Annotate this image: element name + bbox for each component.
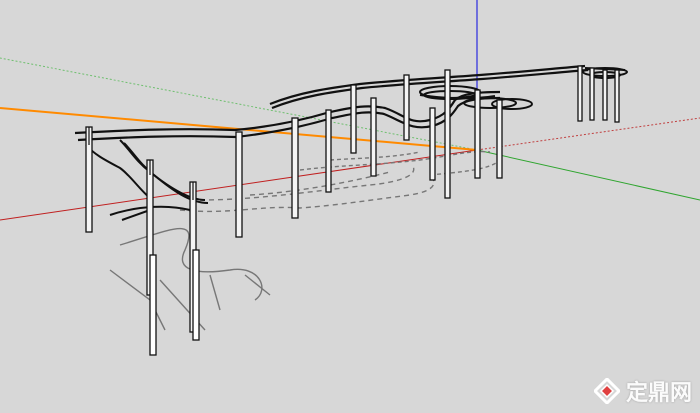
ground-shadows <box>109 150 501 331</box>
sketchup-viewport[interactable]: 定鼎网 <box>0 0 700 413</box>
railing-posts <box>85 65 620 356</box>
model-3d-view[interactable] <box>0 0 700 413</box>
red-axis-negative-dotted <box>476 117 700 151</box>
green-axis-positive <box>476 149 700 201</box>
